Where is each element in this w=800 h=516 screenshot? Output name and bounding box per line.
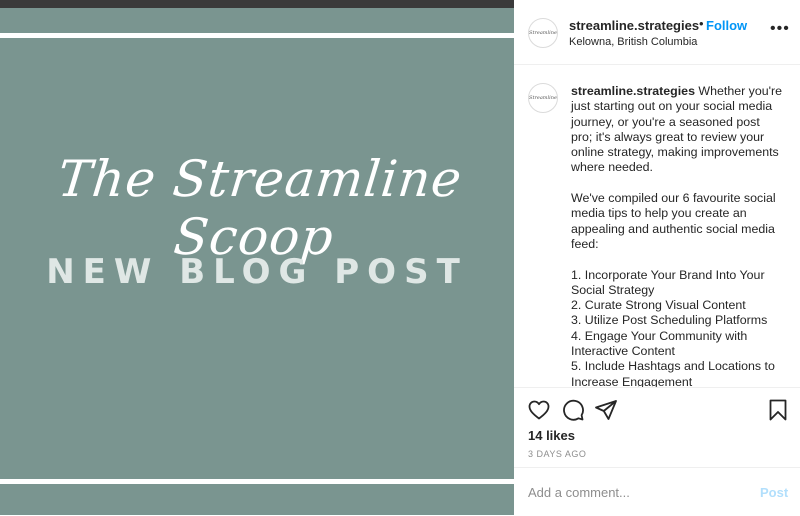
image-top-rule [0,33,514,38]
header-username[interactable]: streamline.strategies [569,18,699,33]
post-timestamp: 3 DAYS AGO [528,449,587,459]
image-bottom-rule [0,479,514,484]
avatar[interactable]: Streamline [528,18,558,48]
separator-dot: • [699,16,704,31]
follow-button[interactable]: Follow [706,18,747,33]
heart-icon[interactable] [527,398,551,422]
comment-bar: Post [514,467,800,516]
caption-body: Whether you're just starting out on your… [571,84,783,387]
bookmark-icon[interactable] [766,398,790,422]
caption-avatar[interactable]: Streamline [528,83,558,113]
comment-icon[interactable] [561,398,585,422]
post-comment-button[interactable]: Post [760,485,788,500]
action-bar: 14 likes 3 DAYS AGO [514,387,800,468]
post-side-panel: Streamline streamline.strategies • Follo… [514,0,800,515]
image-script-title: The Streamline Scoop [55,150,466,266]
location-link[interactable]: Kelowna, British Columbia [569,36,697,48]
likes-count[interactable]: 14 likes [528,428,575,443]
post-image[interactable]: The Streamline Scoop NEW BLOG POST [0,0,514,515]
post-header: Streamline streamline.strategies • Follo… [514,0,800,65]
image-subtitle: NEW BLOG POST [46,252,468,292]
comment-input[interactable] [528,480,738,504]
avatar-logo-text: Streamline [529,30,557,36]
more-options-icon[interactable]: ••• [770,20,790,37]
caption-area: Streamline streamline.strategies Whether… [514,65,800,387]
caption-username[interactable]: streamline.strategies [571,84,695,98]
caption-text: streamline.strategies Whether you're jus… [571,84,783,387]
share-icon[interactable] [594,398,618,422]
window-top-strip [0,0,514,8]
caption-avatar-logo-text: Streamline [529,95,557,101]
